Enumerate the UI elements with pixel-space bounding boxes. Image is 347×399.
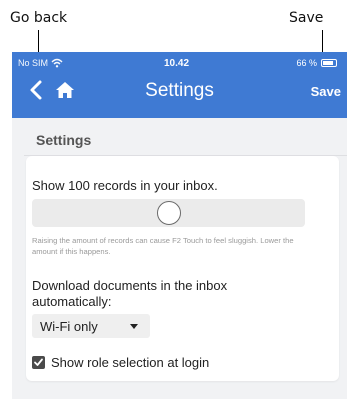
download-dropdown-value: Wi-Fi only xyxy=(40,318,98,334)
status-battery: 66 % xyxy=(296,58,337,68)
records-hint: Raising the amount of records can cause … xyxy=(32,236,294,256)
records-slider[interactable] xyxy=(32,199,305,227)
battery-percent: 66 % xyxy=(296,58,317,68)
download-label: Download documents in the inbox automati… xyxy=(32,278,228,309)
checkmark-icon xyxy=(34,358,43,366)
phone-screen: No SIM 10.42 66 % Settings Save Settings… xyxy=(12,52,347,399)
battery-icon xyxy=(321,59,337,67)
caret-down-icon xyxy=(130,324,138,329)
go-back-callout: Go back xyxy=(10,10,68,26)
chevron-left-icon[interactable] xyxy=(28,79,46,101)
app-bar: No SIM 10.42 66 % Settings Save xyxy=(12,52,347,118)
status-carrier: No SIM xyxy=(18,58,63,68)
role-selection-option[interactable]: Show role selection at login xyxy=(32,355,209,370)
role-selection-checkbox[interactable] xyxy=(32,356,45,369)
section-title: Settings xyxy=(36,132,92,148)
save-button[interactable]: Save xyxy=(311,84,341,99)
download-dropdown[interactable]: Wi-Fi only xyxy=(32,314,150,338)
home-icon[interactable] xyxy=(54,79,76,101)
records-label: Show 100 records in your inbox. xyxy=(32,178,218,193)
role-selection-label: Show role selection at login xyxy=(51,355,210,370)
save-callout: Save xyxy=(289,10,324,26)
carrier-label: No SIM xyxy=(18,58,49,68)
records-slider-thumb[interactable] xyxy=(156,201,181,225)
wifi-icon xyxy=(51,58,63,68)
status-time: 10.42 xyxy=(164,58,190,69)
